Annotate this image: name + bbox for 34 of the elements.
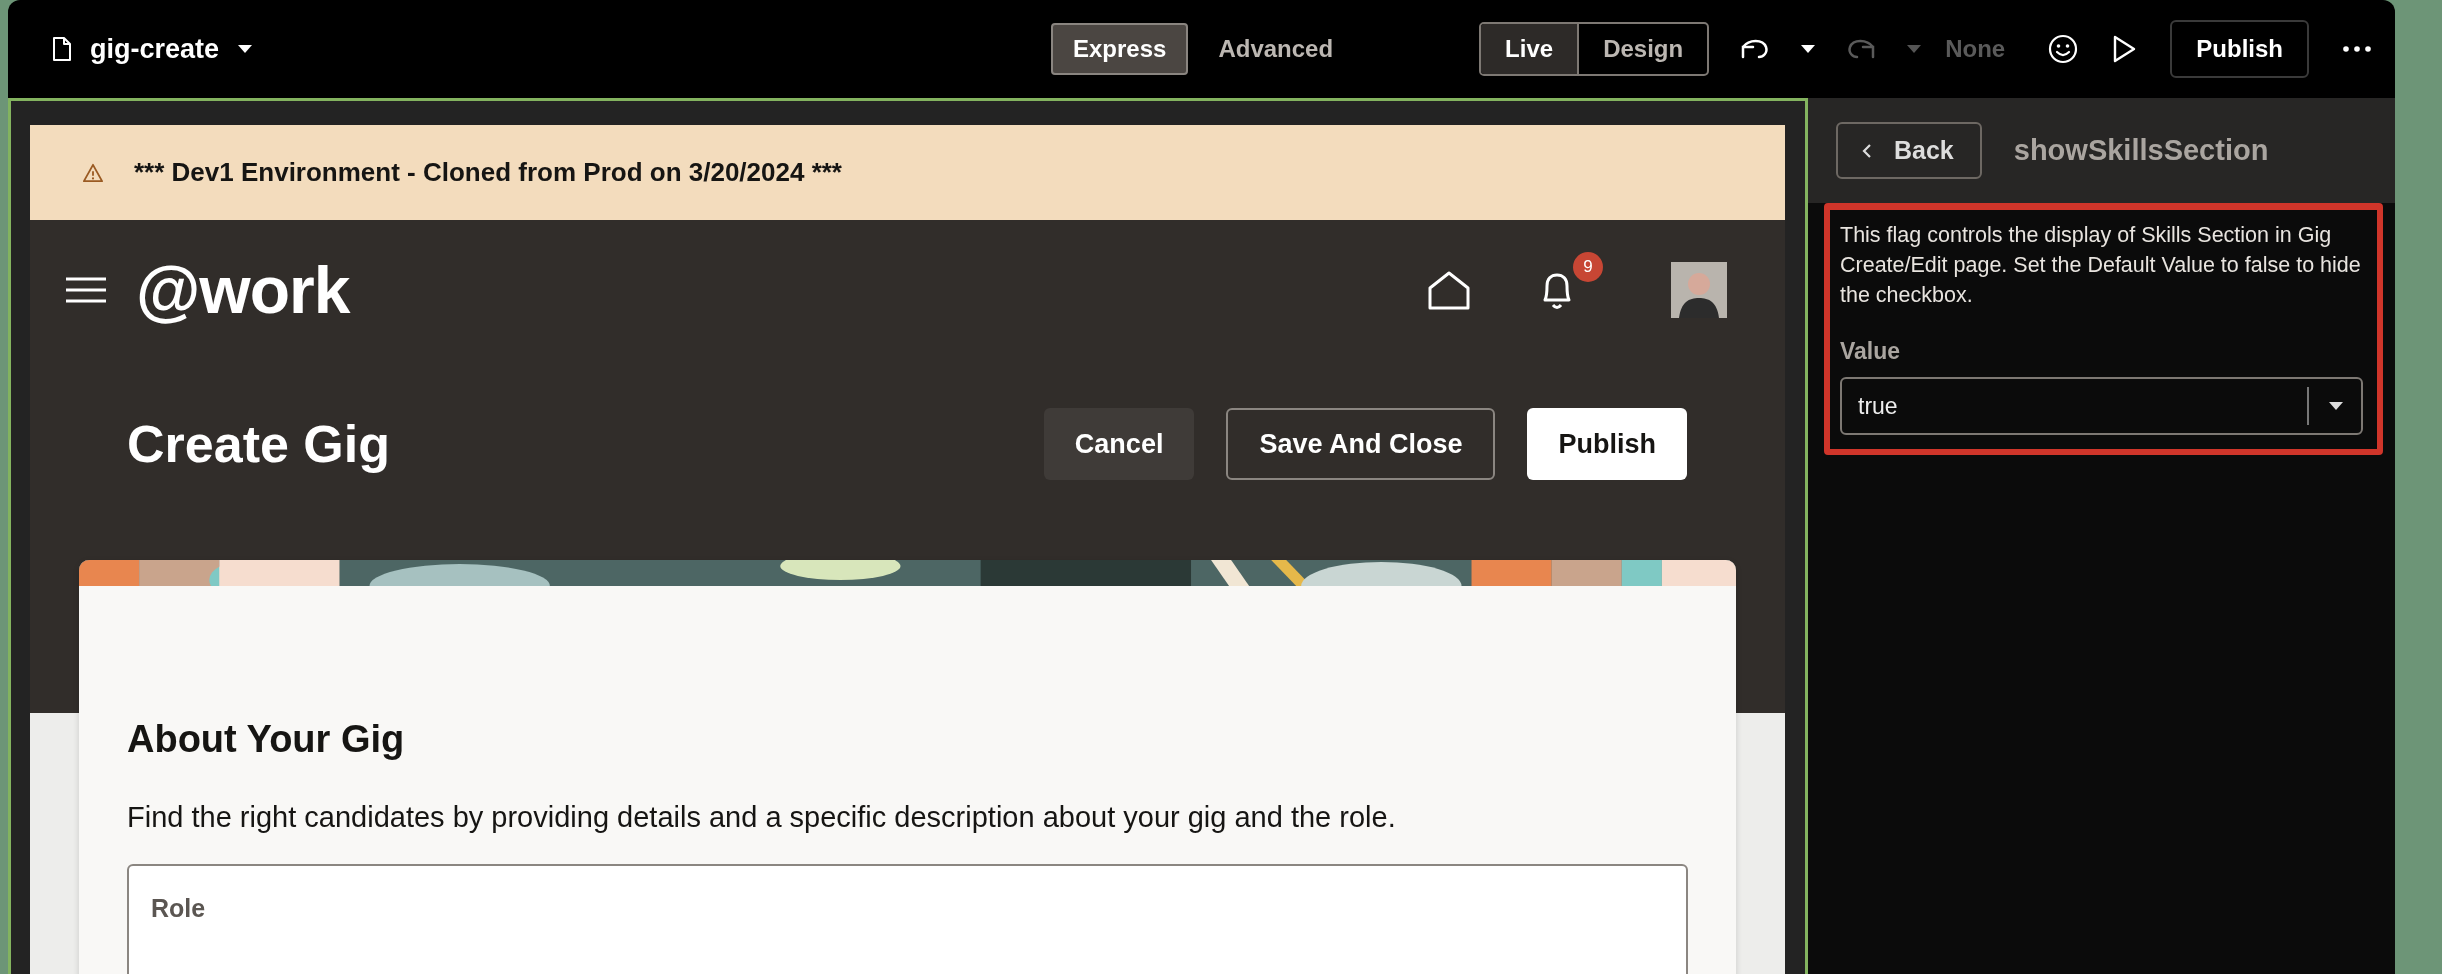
mode-tab[interactable]: Express xyxy=(1051,23,1189,75)
play-icon[interactable] xyxy=(2112,35,2137,63)
history-label: None xyxy=(1945,35,2006,63)
role-field[interactable]: Role xyxy=(127,864,1688,974)
action-button[interactable]: Cancel xyxy=(1043,408,1195,480)
section-description: Find the right candidates by providing details and a specific description about your gig and the role. xyxy=(127,801,1397,834)
chevron-left-icon xyxy=(1862,142,1872,159)
view-tab[interactable]: Design xyxy=(1577,24,1708,74)
menu-icon[interactable] xyxy=(66,276,106,304)
view-tab[interactable]: Live xyxy=(1481,24,1578,74)
action-button[interactable]: Publish xyxy=(1527,408,1687,480)
caret-icon xyxy=(2329,402,2343,410)
document-icon xyxy=(52,37,72,61)
action-button[interactable]: Save And Close xyxy=(1226,408,1496,480)
notification-badge: 9 xyxy=(1573,252,1603,282)
more-icon[interactable] xyxy=(2343,46,2371,52)
app-logo[interactable]: @work xyxy=(136,252,350,328)
property-description: This flag controls the display of Skills Section in Gig Create/Edit page. Set the Default Value to false to hide the checkbox. xyxy=(1840,222,2362,309)
home-icon[interactable] xyxy=(1427,270,1471,310)
caret-icon[interactable] xyxy=(237,44,254,54)
page-title: Create Gig xyxy=(127,414,390,474)
avatar-icon[interactable] xyxy=(1671,262,1727,318)
property-title: showSkillsSection xyxy=(2013,134,2269,167)
value-select[interactable]: true xyxy=(1840,377,2363,435)
smiley-icon[interactable] xyxy=(2048,34,2079,64)
publish-button[interactable]: Publish xyxy=(2170,20,2309,78)
mode-tab[interactable]: Advanced xyxy=(1196,23,1356,75)
page-name[interactable]: gig-create xyxy=(90,33,220,65)
field-label: Value xyxy=(1840,338,1902,365)
warning-icon xyxy=(82,162,104,183)
caret-icon[interactable] xyxy=(1801,45,1816,53)
banner-text: *** Dev1 Environment - Cloned from Prod on 3/20/2024 *** xyxy=(134,157,842,188)
back-button[interactable]: Back xyxy=(1836,122,1982,179)
section-heading: About Your Gig xyxy=(127,718,406,761)
